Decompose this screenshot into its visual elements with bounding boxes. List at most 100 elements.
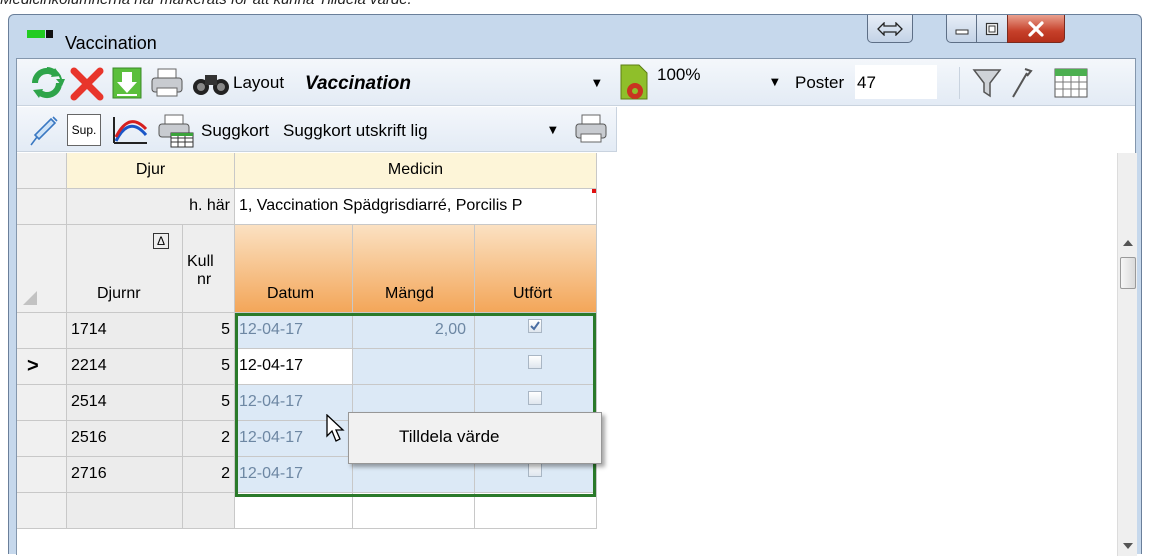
partial-row-cell <box>17 493 67 529</box>
suggkort-label: Suggkort <box>201 121 270 140</box>
close-button[interactable] <box>1007 15 1065 43</box>
cell-datum[interactable]: 12-04-17 <box>235 313 353 349</box>
layout-combo[interactable]: Vaccination ▼ <box>302 63 612 101</box>
zoom-value: 100% <box>657 65 701 84</box>
download-icon[interactable] <box>111 66 143 100</box>
subheader-medicin-name: 1, Vaccination Spädgrisdiarré, Porcilis … <box>235 189 597 225</box>
partial-row-cell <box>475 493 597 529</box>
zoom-combo[interactable]: 100% ▼ <box>657 61 787 101</box>
col-label-djurnr: Djurnr <box>97 285 141 302</box>
row-selector[interactable] <box>17 421 67 457</box>
poster-count-field: 47 <box>855 65 937 99</box>
vertical-scrollbar[interactable] <box>1117 153 1137 556</box>
cell-utfort[interactable] <box>475 313 597 349</box>
syringe-icon[interactable] <box>29 113 59 147</box>
data-grid: Djur Medicin h. här 1, Vaccination Spädg… <box>17 153 1117 556</box>
binoculars-icon[interactable] <box>191 69 233 97</box>
curve-chart-icon[interactable] <box>111 113 149 147</box>
cell-djurnr[interactable]: 2516 <box>67 421 183 457</box>
page-caption: Medicinkolumnerna när markerats för att … <box>0 0 1150 11</box>
subheader-left: h. här <box>67 189 235 225</box>
row-selector[interactable] <box>17 313 67 349</box>
cell-djurnr[interactable]: 2716 <box>67 457 183 493</box>
print-icon[interactable] <box>149 67 185 99</box>
col-header-utfort[interactable]: Utfört <box>475 225 597 313</box>
suggkort-combo-value: Suggkort utskrift lig <box>283 121 428 140</box>
cell-djurnr[interactable]: 2514 <box>67 385 183 421</box>
utfort-checkbox[interactable] <box>528 319 542 333</box>
scroll-thumb[interactable] <box>1120 257 1136 289</box>
cell-datum[interactable]: 12-04-17 <box>235 457 353 493</box>
cell-kull[interactable]: 5 <box>183 313 235 349</box>
scroll-down-icon[interactable] <box>1123 543 1133 549</box>
col-header-mangd[interactable]: Mängd <box>353 225 475 313</box>
utfort-checkbox[interactable] <box>528 391 542 405</box>
col-header-djurnr[interactable]: Δ Djurnr <box>67 225 183 313</box>
group-header-medicin: Medicin <box>235 153 597 189</box>
filter-icon[interactable] <box>972 67 1002 99</box>
layout-settings-icon[interactable] <box>617 63 651 103</box>
print-icon-2[interactable] <box>573 113 609 147</box>
layout-combo-value: Vaccination <box>305 73 411 94</box>
close-icon <box>1028 20 1044 37</box>
cell-djurnr[interactable]: 1714 <box>67 313 183 349</box>
col-label-kull-nr: nr <box>197 271 212 288</box>
wrench-icon[interactable] <box>1009 67 1033 99</box>
utfort-checkbox[interactable] <box>528 463 542 477</box>
window-title: Vaccination <box>65 33 157 53</box>
print-card-icon[interactable] <box>155 113 195 149</box>
maximize-button[interactable] <box>976 15 1008 43</box>
layout-dropdown-arrow[interactable]: ▼ <box>593 78 601 89</box>
delete-icon[interactable] <box>69 65 105 101</box>
partial-row-cell <box>235 493 353 529</box>
checkmark-icon <box>530 321 540 331</box>
cell-kull[interactable]: 2 <box>183 457 235 493</box>
calendar-grid-icon[interactable] <box>1053 67 1089 99</box>
sup-button[interactable]: Sup. <box>67 114 101 146</box>
col-label-utfort: Utfört <box>513 285 553 302</box>
zoom-dropdown-arrow[interactable]: ▼ <box>771 77 779 88</box>
partial-row-cell <box>183 493 235 529</box>
cell-datum[interactable]: 12-04-17 <box>235 349 353 385</box>
col-label-datum: Datum <box>267 285 315 302</box>
col-header-datum[interactable]: Datum <box>235 225 353 313</box>
cell-kull[interactable]: 2 <box>183 421 235 457</box>
minimize-icon <box>955 29 968 34</box>
cell-kull[interactable]: 5 <box>183 385 235 421</box>
utfort-checkbox[interactable] <box>528 355 542 369</box>
cell-utfort[interactable] <box>475 349 597 385</box>
poster-count-value: 47 <box>857 73 876 92</box>
suggkort-dropdown-arrow[interactable]: ▼ <box>549 125 557 136</box>
col-header-kull[interactable]: Kull nr <box>183 225 235 313</box>
col-label-mangd: Mängd <box>385 285 434 302</box>
row-selector[interactable] <box>17 385 67 421</box>
context-menu-item-tilldela-varde[interactable]: Tilldela värde <box>399 427 499 447</box>
suggkort-combo[interactable]: Suggkort utskrift lig ▼ <box>279 113 565 147</box>
cell-djurnr[interactable]: 2214 <box>67 349 183 385</box>
swap-window-button[interactable] <box>867 15 913 43</box>
cell-kull[interactable]: 5 <box>183 349 235 385</box>
row-selector[interactable] <box>17 457 67 493</box>
double-arrow-icon <box>877 21 903 36</box>
cell-mangd[interactable] <box>353 349 475 385</box>
select-all-corner[interactable] <box>17 225 67 313</box>
vaccination-window: Vaccination Layout Vaccination ▼ 100% ▼ … <box>8 14 1142 556</box>
cell-mangd[interactable]: 2,00 <box>353 313 475 349</box>
row-header-sub <box>17 189 67 225</box>
row-selector[interactable]: > <box>17 349 67 385</box>
group-header-djur: Djur <box>67 153 235 189</box>
col-label-kull: Kull <box>187 253 214 270</box>
partial-row-cell <box>353 493 475 529</box>
window-content: Layout Vaccination ▼ 100% ▼ Poster 47 Su… <box>16 58 1137 556</box>
main-toolbar: Layout Vaccination ▼ 100% ▼ Poster 47 <box>17 59 1135 106</box>
refresh-icon[interactable] <box>29 65 65 101</box>
context-menu: Tilldela värde <box>348 412 602 464</box>
partial-row-cell <box>67 493 183 529</box>
maximize-icon <box>985 22 999 35</box>
minimize-button[interactable] <box>946 15 977 43</box>
poster-label: Poster <box>795 73 845 92</box>
corner-triangle-icon <box>23 291 37 305</box>
app-icon <box>27 30 53 38</box>
scroll-up-icon[interactable] <box>1123 240 1133 246</box>
secondary-toolbar: Sup. Suggkort Suggkort utskrift lig ▼ <box>17 107 617 152</box>
